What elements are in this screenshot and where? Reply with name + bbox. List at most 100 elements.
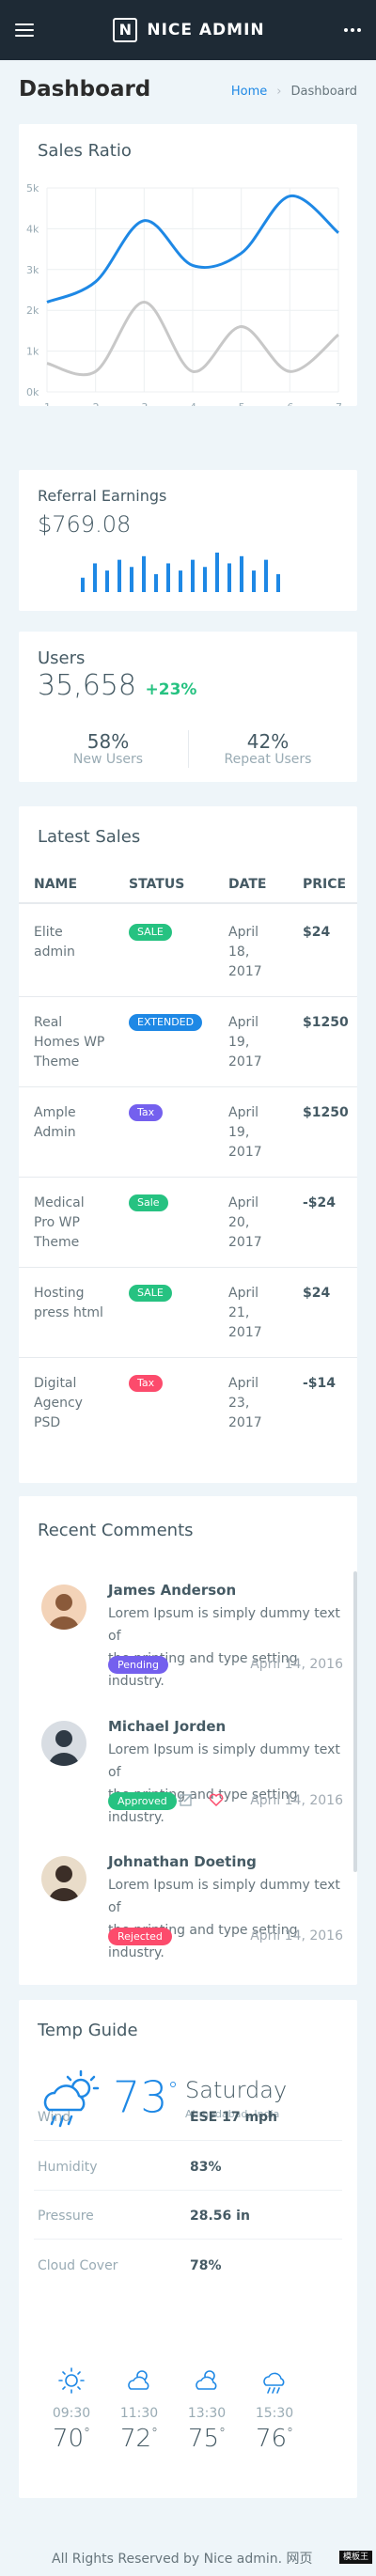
sale-price: -$14 bbox=[303, 1376, 337, 1391]
sale-date-line: April bbox=[228, 1286, 258, 1301]
comment-text: Lorem Ipsum is simply dummy text of the p… bbox=[108, 1739, 343, 1829]
sale-price: $24 bbox=[303, 925, 331, 940]
weather-row-divider bbox=[34, 2140, 342, 2141]
y-tick-label: 5k bbox=[26, 182, 39, 195]
cloud-sun-icon bbox=[125, 2366, 153, 2395]
user-avatar-icon bbox=[49, 1594, 79, 1630]
menu-toggle-icon[interactable] bbox=[15, 23, 34, 37]
current-temp: 73° bbox=[113, 2071, 179, 2123]
forecast-temp: 72° bbox=[111, 2425, 167, 2453]
current-temp-value: 73 bbox=[113, 2071, 168, 2123]
sale-date: April 21, 2017 bbox=[228, 1284, 294, 1343]
degree-symbol: ° bbox=[287, 2426, 294, 2442]
x-tick-label: 6 bbox=[287, 401, 293, 406]
x-tick-label: 1 bbox=[44, 401, 51, 406]
referral-bar bbox=[252, 570, 256, 592]
forecast-temp-value: 76 bbox=[255, 2425, 288, 2453]
sale-price: -$24 bbox=[303, 1195, 337, 1210]
sale-date-line: 2017 bbox=[228, 1415, 262, 1430]
forecast-temp-value: 70 bbox=[52, 2425, 85, 2453]
comments-scrollbar[interactable] bbox=[353, 1571, 357, 1872]
sale-status-badge: SALE bbox=[129, 1285, 172, 1302]
user-avatar-icon bbox=[49, 1866, 79, 1901]
weather-day: Saturday bbox=[185, 2077, 288, 2103]
sales-ratio-chart: 0k 1k 2k 3k 4k 5k 1 2 3 4 5 6 7 bbox=[26, 182, 342, 406]
comment-status-badge: Approved bbox=[108, 1792, 177, 1810]
referral-bar bbox=[154, 573, 158, 592]
sale-name-line: Pro WP bbox=[34, 1215, 80, 1230]
logo-icon: N bbox=[113, 18, 138, 42]
breadcrumb-current: Dashboard bbox=[290, 85, 357, 99]
sale-date-line: 19, bbox=[228, 1035, 250, 1050]
commenter-name: James Anderson bbox=[108, 1582, 237, 1599]
users-card: Users 35,658 +23% 58% New Users 42% Repe… bbox=[19, 632, 357, 782]
col-header-name: NAME bbox=[34, 877, 78, 892]
comment-status-badge: Pending bbox=[108, 1656, 168, 1674]
sale-name-line: Ample bbox=[34, 1105, 76, 1120]
sale-name: Digital Agency PSD bbox=[34, 1374, 128, 1433]
sale-name-line: press html bbox=[34, 1305, 103, 1320]
sale-date-line: 2017 bbox=[228, 1145, 262, 1160]
referral-bar bbox=[118, 559, 121, 592]
table-row-divider bbox=[19, 996, 357, 997]
topbar: N NICE ADMIN bbox=[0, 0, 376, 60]
weather-detail-label: Cloud Cover bbox=[38, 2258, 118, 2273]
sale-name-line: Admin bbox=[34, 1125, 76, 1140]
commenter-name: Michael Jorden bbox=[108, 1718, 227, 1735]
col-header-price: PRICE bbox=[303, 877, 347, 892]
comment-text: Lorem Ipsum is simply dummy text of the p… bbox=[108, 1602, 343, 1693]
sale-name-line: PSD bbox=[34, 1415, 61, 1430]
degree-symbol: ° bbox=[151, 2426, 159, 2442]
cloud-rain-icon bbox=[260, 2366, 289, 2395]
sale-date-line: April bbox=[228, 925, 258, 940]
weather-detail-label: Wind bbox=[38, 2110, 71, 2125]
referral-bar bbox=[240, 555, 243, 592]
sale-name-line: Digital bbox=[34, 1376, 77, 1391]
sale-date: April 23, 2017 bbox=[228, 1374, 294, 1433]
referral-chart bbox=[81, 553, 280, 592]
sale-date-line: April bbox=[228, 1105, 258, 1120]
brand-name: NICE ADMIN bbox=[147, 21, 265, 39]
sale-date: April 19, 2017 bbox=[228, 1013, 294, 1072]
weather-detail-label: Pressure bbox=[38, 2209, 94, 2224]
y-tick-label: 0k bbox=[26, 386, 39, 398]
users-change: +23% bbox=[145, 680, 197, 699]
referral-bar bbox=[105, 570, 109, 592]
commenter-name: Johnathan Doeting bbox=[108, 1853, 257, 1870]
latest-sales-title: Latest Sales bbox=[38, 827, 141, 847]
more-options-icon[interactable] bbox=[344, 28, 361, 32]
brand[interactable]: N NICE ADMIN bbox=[113, 18, 264, 42]
forecast-time: 09:30 bbox=[52, 2406, 91, 2421]
sale-name-line: Medical bbox=[34, 1195, 85, 1210]
referral-bar bbox=[215, 553, 219, 592]
new-users-label: New Users bbox=[72, 752, 144, 767]
sun-icon bbox=[57, 2366, 86, 2395]
forecast-temp: 76° bbox=[246, 2425, 303, 2453]
sale-price: $1250 bbox=[303, 1015, 349, 1030]
forecast-temp: 75° bbox=[179, 2425, 235, 2453]
sale-status-badge: Tax bbox=[129, 1104, 164, 1121]
table-row-divider bbox=[19, 1267, 357, 1268]
comment-date: April 14, 2016 bbox=[250, 1657, 343, 1672]
edit-icon[interactable] bbox=[179, 1792, 194, 1807]
referral-bar bbox=[130, 567, 133, 592]
sale-name-line: Hosting bbox=[34, 1286, 85, 1301]
referral-card: Referral Earnings $769.08 bbox=[19, 470, 357, 611]
sale-name-line: Theme bbox=[34, 1235, 80, 1250]
forecast-time: 15:30 bbox=[255, 2406, 294, 2421]
sale-status-badge: EXTENDED bbox=[129, 1014, 203, 1031]
sale-name-line: Real bbox=[34, 1015, 63, 1030]
sale-status-badge: SALE bbox=[129, 924, 172, 941]
sale-name: Real Homes WP Theme bbox=[34, 1013, 128, 1072]
sale-name: Hosting press html bbox=[34, 1284, 128, 1323]
sale-date-line: April bbox=[228, 1195, 258, 1210]
sale-price: $24 bbox=[303, 1286, 331, 1301]
sale-name: Ample Admin bbox=[34, 1103, 128, 1143]
weather-detail-value: ESE 17 mph bbox=[190, 2110, 278, 2125]
heart-icon[interactable] bbox=[209, 1792, 224, 1807]
sale-date-line: April bbox=[228, 1376, 258, 1391]
sale-date: April 19, 2017 bbox=[228, 1103, 294, 1163]
sale-price: $1250 bbox=[303, 1105, 349, 1120]
sale-date: April 18, 2017 bbox=[228, 923, 294, 982]
breadcrumb-home-link[interactable]: Home bbox=[231, 85, 267, 99]
